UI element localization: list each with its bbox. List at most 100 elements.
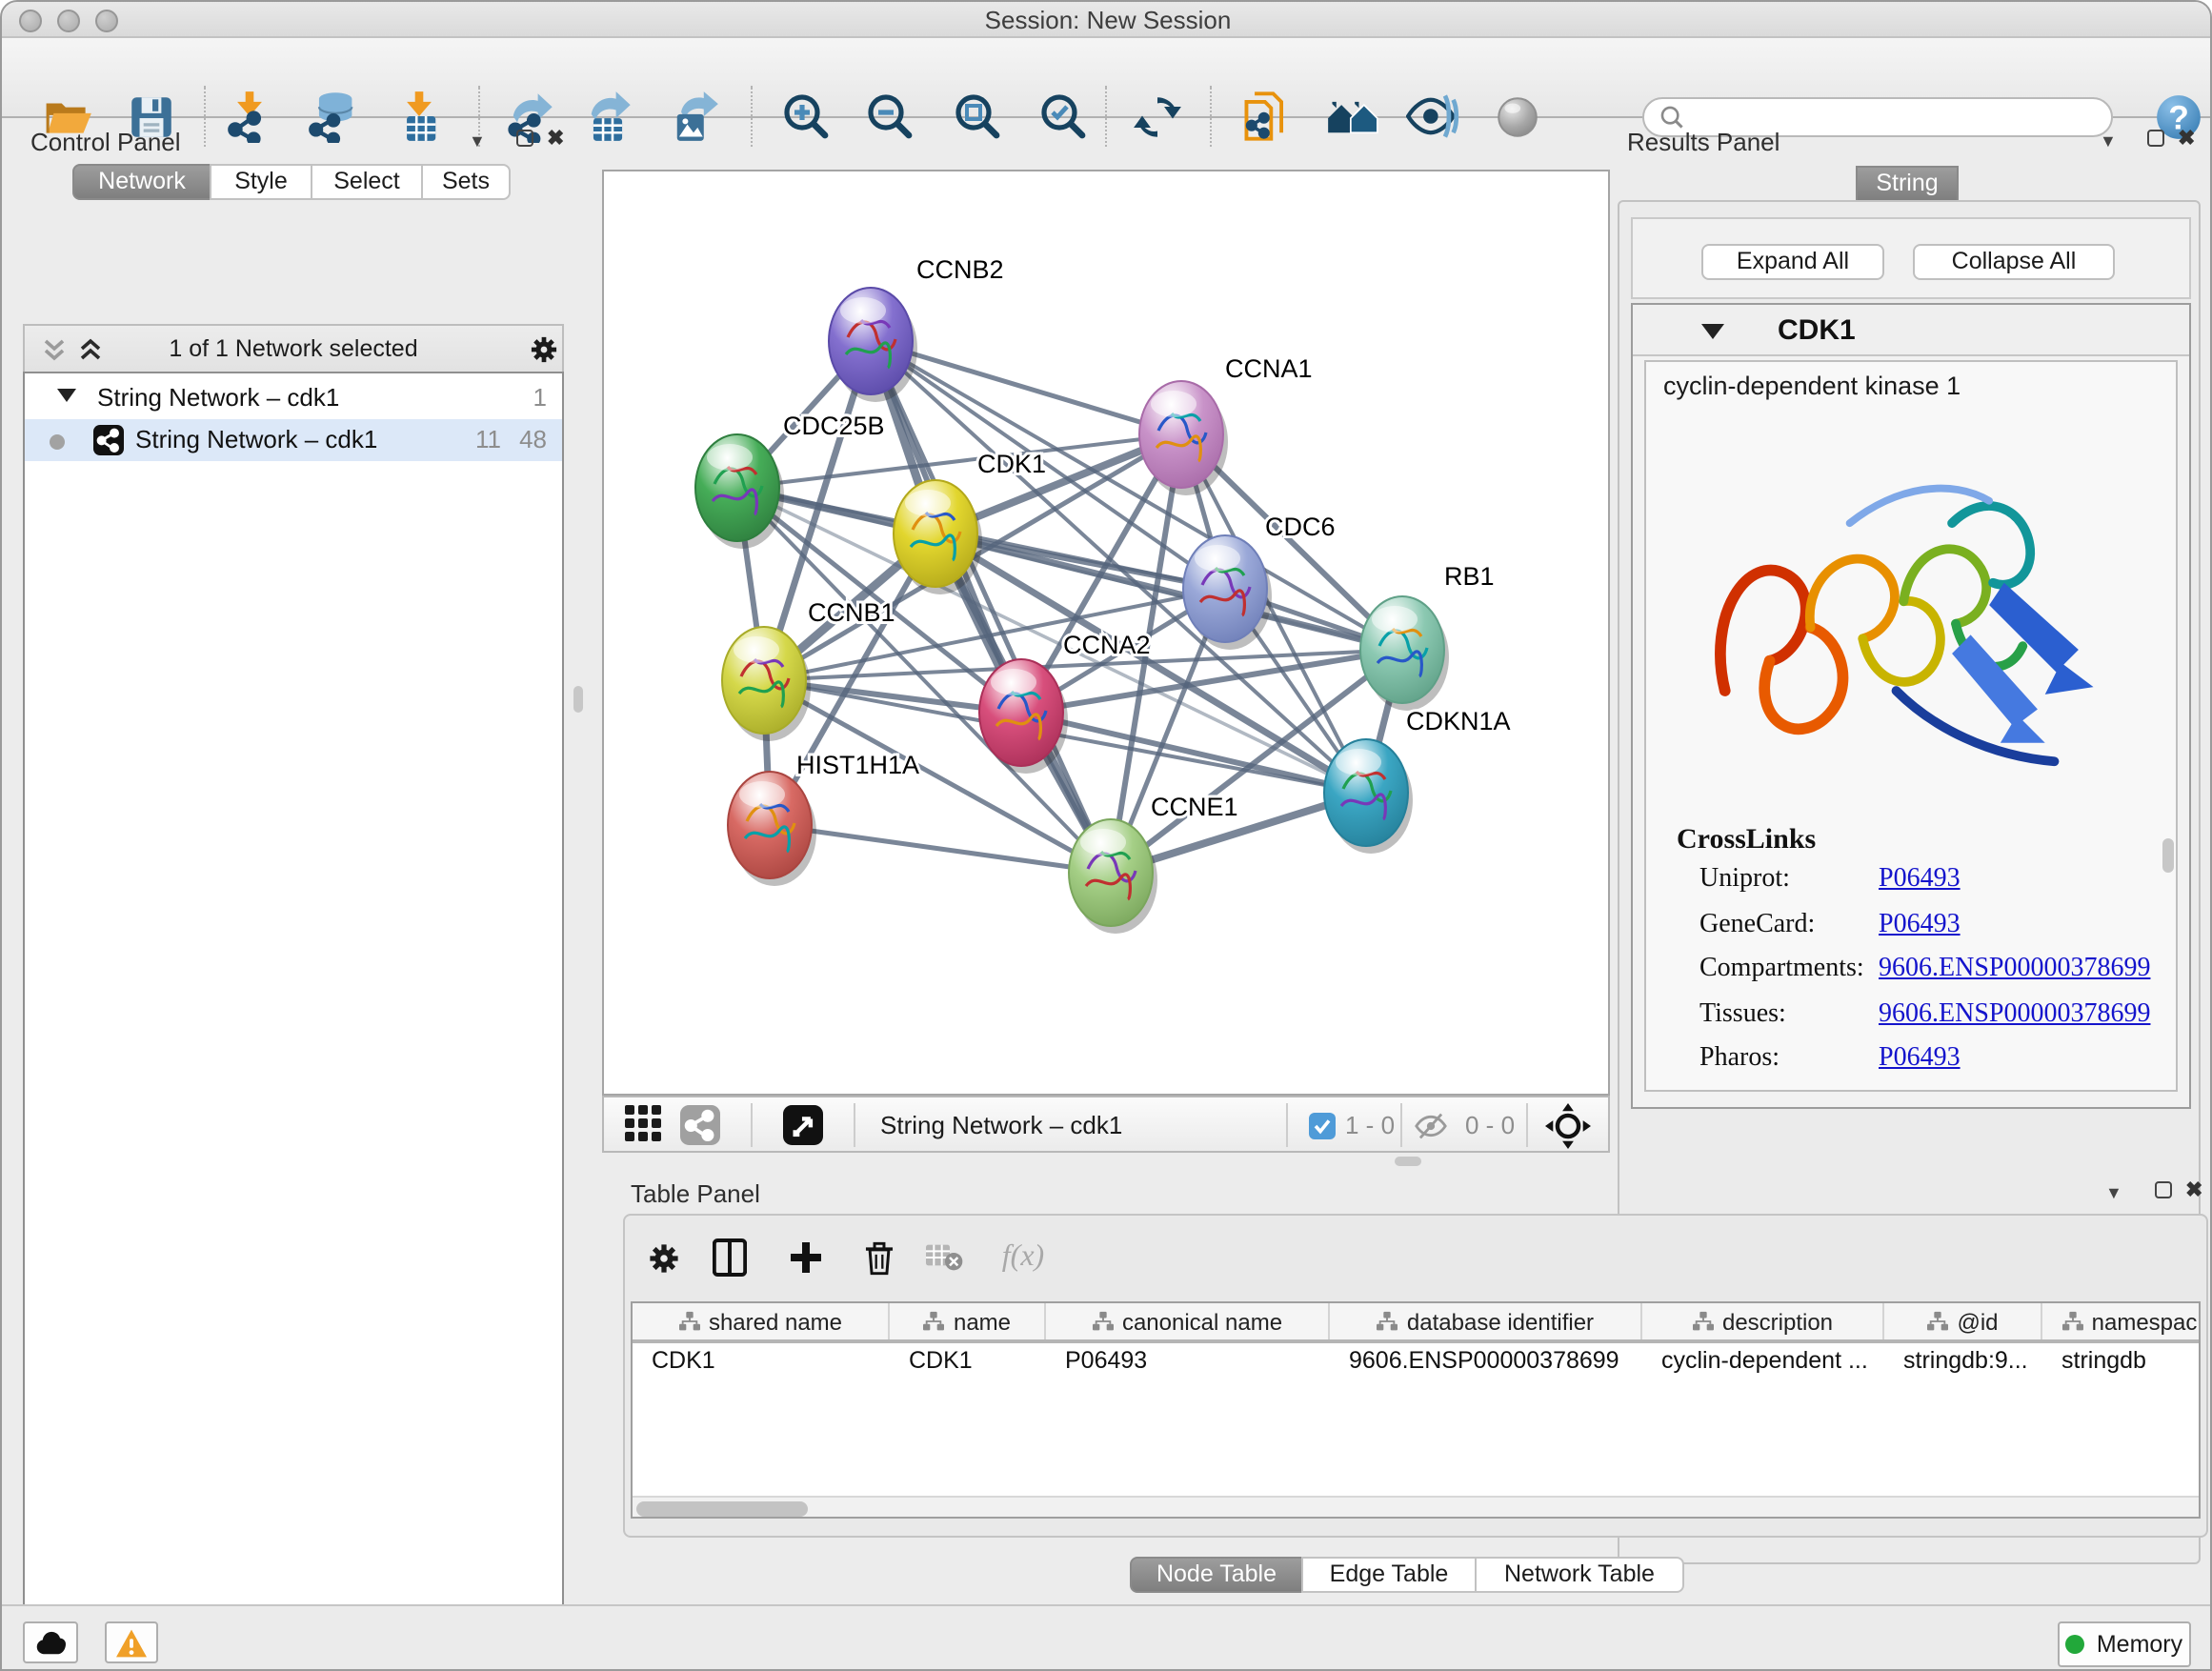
edge-CCNA2-CDKN1A[interactable] xyxy=(1021,713,1366,793)
column-header--id[interactable]: @id xyxy=(1884,1303,2042,1339)
refresh-button[interactable] xyxy=(1128,88,1185,145)
node-table: shared namenamecanonical namedatabase id… xyxy=(631,1301,2201,1519)
table-cell[interactable]: CDK1 xyxy=(633,1343,890,1381)
results-panel-float-icon[interactable] xyxy=(2147,130,2164,147)
tab-sets[interactable]: Sets xyxy=(421,164,511,200)
fit-selection-crosshair-icon[interactable] xyxy=(1545,1103,1591,1149)
hide-selected-button[interactable] xyxy=(1404,88,1461,145)
tab-edge-table[interactable]: Edge Table xyxy=(1301,1557,1477,1593)
gray-sphere-icon xyxy=(1491,91,1542,142)
table-panel: Table Panel ▼ ✖ f(x) shared na xyxy=(602,1174,2212,1604)
edge-HIST1H1A-CCNE1[interactable] xyxy=(770,825,1111,873)
gene-description: cyclin-dependent kinase 1 xyxy=(1646,362,2176,400)
crosslink-link[interactable]: P06493 xyxy=(1879,1044,1961,1075)
column-header-description[interactable]: description xyxy=(1642,1303,1884,1339)
zoom-fit-button[interactable] xyxy=(949,88,1006,145)
crosslink-link[interactable]: 9606.ENSP00000378699 xyxy=(1879,999,2150,1030)
edge-CCNB2-CCNA1[interactable] xyxy=(871,341,1181,434)
show-columns-button[interactable] xyxy=(707,1235,753,1280)
column-type-icon xyxy=(2061,1311,2084,1332)
expand-all-button[interactable]: Expand All xyxy=(1701,244,1884,280)
network-row-selected[interactable]: String Network – cdk1 11 48 xyxy=(25,419,562,461)
table-cell[interactable]: stringdb xyxy=(2042,1343,2212,1381)
results-panel-close-icon[interactable]: ✖ xyxy=(2178,126,2195,151)
node-HIST1H1A[interactable]: HIST1H1A xyxy=(728,751,919,886)
table-cell[interactable]: P06493 xyxy=(1046,1343,1330,1381)
tab-node-table[interactable]: Node Table xyxy=(1130,1557,1303,1593)
section-expander-icon[interactable] xyxy=(1701,324,1724,339)
control-panel-tabs: NetworkStyleSelectSets xyxy=(72,164,511,200)
node-CCNA2[interactable]: CCNA2 xyxy=(979,631,1151,774)
network-options-gear-icon[interactable] xyxy=(528,333,560,366)
network-view-share-icon[interactable] xyxy=(680,1105,720,1145)
table-body[interactable]: CDK1CDK1P064939606.ENSP00000378699cyclin… xyxy=(633,1343,2199,1381)
collapse-all-button[interactable]: Collapse All xyxy=(1913,244,2115,280)
network-canvas[interactable]: CCNB2CCNA1CDC25BCDK1CDC6RB1CCNB1CCNA2CDK… xyxy=(602,170,1610,1096)
table-panel-close-icon[interactable]: ✖ xyxy=(2185,1178,2202,1202)
column-type-icon xyxy=(923,1311,946,1332)
node-label-CDC6: CDC6 xyxy=(1265,513,1336,541)
zoom-out-button[interactable] xyxy=(861,88,918,145)
tab-string[interactable]: String xyxy=(1856,166,1959,202)
table-panel-float-icon[interactable] xyxy=(2155,1181,2172,1198)
node-label-CDK1: CDK1 xyxy=(977,450,1046,478)
section-header[interactable]: CDK1 xyxy=(1633,305,2189,356)
results-panel-menu-icon[interactable]: ▼ xyxy=(2100,131,2117,151)
horizontal-splitter-handle[interactable] xyxy=(1395,1157,1421,1166)
crosslink-link[interactable]: P06493 xyxy=(1879,910,1961,940)
crosslink-link[interactable]: P06493 xyxy=(1879,865,1961,896)
tab-network-table[interactable]: Network Table xyxy=(1475,1557,1684,1593)
table-options-button[interactable] xyxy=(640,1235,686,1280)
selected-checkbox-icon[interactable] xyxy=(1309,1113,1336,1139)
tab-network[interactable]: Network xyxy=(72,164,211,200)
zoom-in-button[interactable] xyxy=(777,88,835,145)
show-all-button[interactable] xyxy=(1488,88,1545,145)
export-table-button[interactable] xyxy=(579,88,636,145)
export-image-button[interactable] xyxy=(665,88,722,145)
table-cell[interactable]: stringdb:9... xyxy=(1884,1343,2042,1381)
column-header-database-identifier[interactable]: database identifier xyxy=(1330,1303,1642,1339)
home-button[interactable] xyxy=(1324,88,1381,145)
table-header-row[interactable]: shared namenamecanonical namedatabase id… xyxy=(633,1303,2199,1343)
node-RB1[interactable]: RB1 xyxy=(1360,562,1495,711)
table-horizontal-scrollbar[interactable] xyxy=(633,1496,2199,1517)
control-panel-float-icon[interactable] xyxy=(516,130,533,147)
table-cell[interactable]: CDK1 xyxy=(890,1343,1046,1381)
tab-style[interactable]: Style xyxy=(210,164,312,200)
node-label-CCNA1: CCNA1 xyxy=(1225,354,1313,383)
tab-select[interactable]: Select xyxy=(311,164,423,200)
network-edge-count: 48 xyxy=(519,425,547,453)
node-CDKN1A[interactable]: CDKN1A xyxy=(1324,707,1511,854)
crosslink-link[interactable]: 9606.ENSP00000378699 xyxy=(1879,955,2150,985)
table-cell[interactable]: cyclin-dependent ... xyxy=(1642,1343,1884,1381)
birdseye-view-icon[interactable] xyxy=(783,1105,823,1145)
zoom-selected-button[interactable] xyxy=(1035,88,1092,145)
node-CCNE1[interactable]: CCNE1 xyxy=(1069,793,1238,934)
memory-button[interactable]: Memory xyxy=(2058,1621,2191,1667)
column-header-canonical-name[interactable]: canonical name xyxy=(1046,1303,1330,1339)
column-header-name[interactable]: name xyxy=(890,1303,1046,1339)
grid-view-icon[interactable] xyxy=(625,1105,665,1145)
crosslink-row: Uniprot:P06493 xyxy=(1646,865,2180,910)
vertical-splitter-handle[interactable] xyxy=(573,686,583,713)
results-scrollbar-thumb[interactable] xyxy=(2162,838,2174,873)
hidden-eye-slash-icon[interactable] xyxy=(1414,1109,1448,1143)
control-panel-menu-icon[interactable]: ▼ xyxy=(469,131,486,151)
share-document-button[interactable] xyxy=(1238,88,1296,145)
create-column-button[interactable] xyxy=(783,1235,829,1280)
edge-CCNB2-CCNE1[interactable] xyxy=(871,341,1111,873)
delete-column-button[interactable] xyxy=(855,1235,901,1280)
table-cell[interactable]: 9606.ENSP00000378699 xyxy=(1330,1343,1642,1381)
table-panel-menu-icon[interactable]: ▼ xyxy=(2105,1183,2122,1202)
table-row[interactable]: CDK1CDK1P064939606.ENSP00000378699cyclin… xyxy=(633,1343,2199,1381)
column-header-namespac[interactable]: namespac xyxy=(2042,1303,2212,1339)
network-collection-row[interactable]: String Network – cdk1 1 xyxy=(25,377,562,419)
toolbar-separator xyxy=(1400,1103,1402,1147)
control-panel-close-icon[interactable]: ✖ xyxy=(547,126,564,151)
cloud-status-button[interactable] xyxy=(23,1621,78,1663)
warnings-button[interactable] xyxy=(105,1621,158,1663)
scrollbar-thumb[interactable] xyxy=(636,1500,808,1516)
collection-expander-icon[interactable] xyxy=(57,389,76,402)
column-header-shared-name[interactable]: shared name xyxy=(633,1303,890,1339)
string-network-graph[interactable]: CCNB2CCNA1CDC25BCDK1CDC6RB1CCNB1CCNA2CDK… xyxy=(604,171,1608,1094)
